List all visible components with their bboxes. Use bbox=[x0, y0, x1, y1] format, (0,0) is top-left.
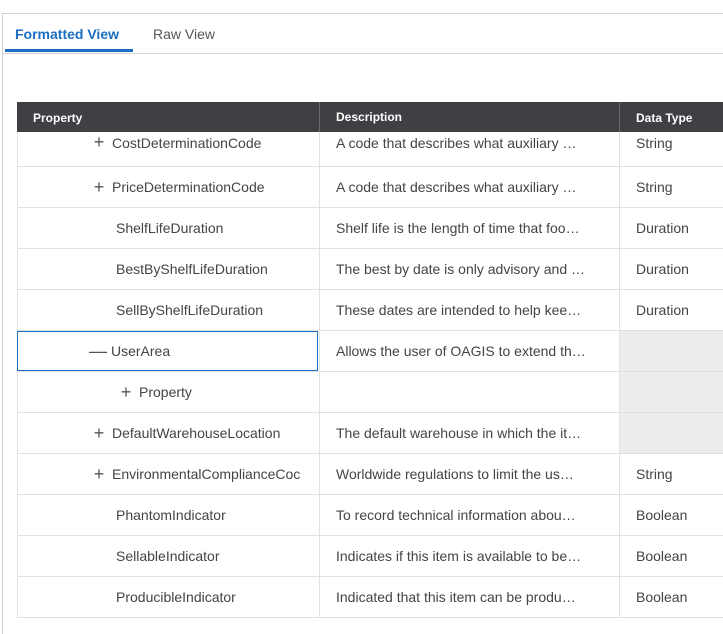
description-cell: Shelf life is the length of time that fo… bbox=[319, 208, 619, 248]
data-type-cell: Duration bbox=[619, 249, 723, 289]
description-cell: A code that describes what auxiliary … bbox=[319, 132, 619, 166]
expand-icon[interactable]: + bbox=[90, 465, 108, 483]
collapse-icon[interactable]: — bbox=[89, 342, 107, 360]
property-cell: + EnvironmentalComplianceCoc bbox=[17, 454, 319, 494]
table-row[interactable]: ProducibleIndicator Indicated that this … bbox=[17, 577, 723, 618]
table-row[interactable]: SellableIndicator Indicates if this item… bbox=[17, 536, 723, 577]
column-header-property[interactable]: Property bbox=[17, 103, 319, 133]
property-cell: + PriceDeterminationCode bbox=[17, 167, 319, 207]
property-cell: SellableIndicator bbox=[17, 536, 319, 576]
description-cell: To record technical information abou… bbox=[319, 495, 619, 535]
property-name: EnvironmentalComplianceCoc bbox=[112, 466, 301, 482]
expand-icon[interactable]: + bbox=[90, 178, 108, 196]
description-cell: Allows the user of OAGIS to extend th… bbox=[319, 331, 619, 371]
tab-raw-view[interactable]: Raw View bbox=[153, 26, 215, 42]
table-body: + CostDeterminationCode A code that desc… bbox=[17, 132, 723, 618]
expand-icon[interactable]: + bbox=[117, 383, 135, 401]
property-cell: ShelfLifeDuration bbox=[17, 208, 319, 248]
property-name: CostDeterminationCode bbox=[112, 135, 262, 151]
data-type-cell: String bbox=[619, 167, 723, 207]
data-type-cell: Boolean bbox=[619, 577, 723, 617]
property-cell: PhantomIndicator bbox=[17, 495, 319, 535]
description-text: The best by date is only advisory and … bbox=[336, 261, 586, 277]
property-name: ShelfLifeDuration bbox=[116, 220, 224, 236]
description-text: The default warehouse in which the it… bbox=[336, 425, 582, 441]
property-cell: + DefaultWarehouseLocation bbox=[17, 413, 319, 453]
data-type-cell: Duration bbox=[619, 208, 723, 248]
table-row[interactable]: PhantomIndicator To record technical inf… bbox=[17, 495, 723, 536]
tab-formatted-view[interactable]: Formatted View bbox=[15, 26, 119, 42]
table-row[interactable]: BestByShelfLifeDuration The best by date… bbox=[17, 249, 723, 290]
description-text: Shelf life is the length of time that fo… bbox=[336, 220, 580, 236]
description-cell: These dates are intended to help kee… bbox=[319, 290, 619, 330]
description-text: Indicated that this item can be produ… bbox=[336, 589, 576, 605]
data-type-cell: String bbox=[619, 454, 723, 494]
property-cell: — UserArea bbox=[17, 331, 318, 371]
description-text: A code that describes what auxiliary … bbox=[336, 179, 577, 195]
property-name: BestByShelfLifeDuration bbox=[116, 261, 268, 277]
table-row[interactable]: + DefaultWarehouseLocation The default w… bbox=[17, 413, 723, 454]
property-name: UserArea bbox=[111, 343, 171, 359]
table-row[interactable]: + CostDeterminationCode A code that desc… bbox=[17, 132, 723, 167]
column-header-data-type[interactable]: Data Type bbox=[619, 103, 723, 133]
expand-icon[interactable]: + bbox=[90, 133, 108, 151]
property-name: Property bbox=[139, 384, 192, 400]
property-cell: ProducibleIndicator bbox=[17, 577, 319, 617]
data-type-cell: String bbox=[619, 132, 723, 166]
data-type-cell: Boolean bbox=[619, 495, 723, 535]
description-text: These dates are intended to help kee… bbox=[336, 302, 582, 318]
property-name: PriceDeterminationCode bbox=[112, 179, 265, 195]
view-tabs: Formatted View Raw View bbox=[3, 14, 723, 54]
description-cell: Indicates if this item is available to b… bbox=[319, 536, 619, 576]
table-row[interactable]: ShelfLifeDuration Shelf life is the leng… bbox=[17, 208, 723, 249]
table-header: Property Description Data Type bbox=[17, 102, 723, 133]
table-row[interactable]: SellByShelfLifeDuration These dates are … bbox=[17, 290, 723, 331]
column-header-description[interactable]: Description bbox=[319, 102, 619, 132]
property-name: DefaultWarehouseLocation bbox=[112, 425, 281, 441]
data-type-cell bbox=[619, 413, 723, 453]
property-table: Property Description Data Type + CostDet… bbox=[17, 102, 723, 622]
property-cell: BestByShelfLifeDuration bbox=[17, 249, 319, 289]
description-cell bbox=[319, 372, 619, 412]
property-name: SellByShelfLifeDuration bbox=[116, 302, 264, 318]
description-cell: Worldwide regulations to limit the us… bbox=[319, 454, 619, 494]
property-name: SellableIndicator bbox=[116, 548, 220, 564]
property-cell: SellByShelfLifeDuration bbox=[17, 290, 319, 330]
description-text: A code that describes what auxiliary … bbox=[336, 135, 577, 151]
description-cell: Indicated that this item can be produ… bbox=[319, 577, 619, 617]
description-text: To record technical information abou… bbox=[336, 507, 576, 523]
table-row[interactable]: + Property bbox=[17, 372, 723, 413]
description-text: Worldwide regulations to limit the us… bbox=[336, 466, 574, 482]
data-type-cell: Boolean bbox=[619, 536, 723, 576]
description-cell: The best by date is only advisory and … bbox=[319, 249, 619, 289]
table-row-selected[interactable]: — UserArea Allows the user of OAGIS to e… bbox=[17, 331, 723, 372]
data-type-cell bbox=[619, 372, 723, 412]
description-cell: The default warehouse in which the it… bbox=[319, 413, 619, 453]
property-name: PhantomIndicator bbox=[116, 507, 226, 523]
description-cell: A code that describes what auxiliary … bbox=[319, 167, 619, 207]
data-type-cell: Duration bbox=[619, 290, 723, 330]
expand-icon[interactable]: + bbox=[90, 424, 108, 442]
property-cell: + CostDeterminationCode bbox=[17, 132, 319, 166]
table-row[interactable]: + PriceDeterminationCode A code that des… bbox=[17, 167, 723, 208]
active-tab-indicator bbox=[5, 49, 133, 52]
data-type-cell bbox=[619, 331, 723, 371]
table-row[interactable]: + EnvironmentalComplianceCoc Worldwide r… bbox=[17, 454, 723, 495]
description-text: Indicates if this item is available to b… bbox=[336, 548, 582, 564]
property-cell: + Property bbox=[17, 372, 319, 412]
description-text: Allows the user of OAGIS to extend th… bbox=[336, 343, 586, 359]
property-name: ProducibleIndicator bbox=[116, 589, 236, 605]
